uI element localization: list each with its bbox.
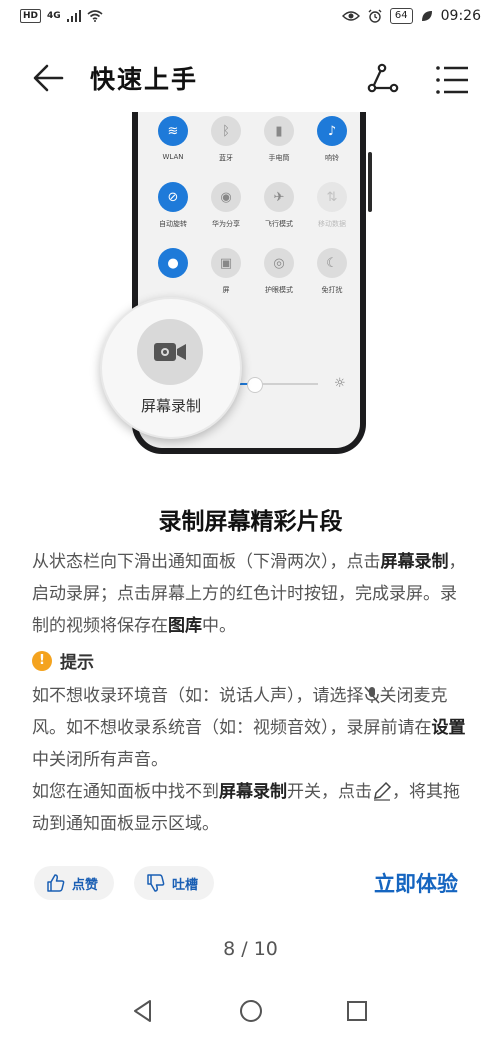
tip-header: ! 提示 — [32, 648, 94, 673]
thumbs-up-icon — [47, 874, 65, 892]
moon-icon: ☾ — [317, 248, 347, 278]
nav-recents-button[interactable] — [342, 996, 372, 1026]
menu-icon — [436, 66, 468, 94]
tip-title: 提示 — [60, 653, 94, 673]
article-paragraph-1: 从状态栏向下滑出通知面板（下滑两次），点击屏幕录制，启动录屏；点击屏幕上方的红色… — [32, 546, 472, 642]
quick-tile: ● — [146, 248, 200, 285]
magnifier-callout: 屏幕录制 — [100, 297, 242, 439]
brightness-slider: ☼ — [226, 374, 346, 394]
alarm-icon — [368, 9, 382, 23]
leaf-icon — [421, 11, 432, 21]
quick-tile-label: 响铃 — [325, 154, 339, 162]
p1-bold-screen-record: 屏幕录制 — [380, 552, 449, 572]
video-camera-icon — [154, 343, 186, 361]
quick-tile-label: 自动旋转 — [159, 220, 187, 228]
screen-record-tile — [137, 319, 203, 385]
p3-bold-screen-record: 屏幕录制 — [219, 782, 287, 802]
like-label: 点赞 — [72, 877, 99, 893]
mic-off-icon — [363, 686, 380, 704]
quick-tile: ♪ 响铃 — [305, 116, 359, 163]
info-icon: ! — [32, 650, 52, 671]
quick-tile-label: 屏 — [222, 286, 230, 294]
quick-tile: ◎ 护眼模式 — [252, 248, 306, 295]
nav-home-button[interactable] — [236, 996, 266, 1026]
share-button[interactable] — [362, 60, 402, 100]
eye-comfort-icon — [341, 11, 360, 21]
app-bar: 快速上手 — [0, 44, 501, 108]
hd-badge: HD — [20, 9, 42, 23]
nav-back-button[interactable] — [128, 996, 158, 1026]
quick-tile-label: 免打扰 — [321, 286, 343, 294]
screenshot-icon: ▣ — [211, 248, 241, 278]
square-recents-icon — [347, 1001, 367, 1021]
quick-tile: ≋ WLAN — [146, 116, 200, 161]
quick-tile: ⇅ 移动数据 — [305, 182, 359, 229]
quick-tile-label: 移动数据 — [318, 220, 346, 228]
p2-text-d: 中关闭所有声音。 — [32, 750, 168, 770]
quick-tile-label: WLAN — [162, 153, 184, 161]
flashlight-icon: ▮ — [264, 116, 294, 146]
circle-home-icon — [240, 1000, 262, 1022]
sun-icon: ☼ — [334, 376, 346, 391]
network-type: 4G — [47, 11, 61, 21]
eye-icon: ◎ — [264, 248, 294, 278]
status-right: 64 09:26 — [341, 8, 481, 24]
quick-tile-label: 飞行模式 — [265, 220, 293, 228]
quick-tile-label: 华为分享 — [212, 220, 240, 228]
quick-tile: ᛒ 蓝牙 — [199, 116, 253, 163]
dislike-label: 吐槽 — [172, 877, 199, 893]
magnifier-label: 屏幕录制 — [140, 397, 201, 415]
phone-side-button — [368, 152, 372, 212]
location-icon: ● — [158, 248, 188, 278]
triangle-back-icon — [134, 1000, 151, 1022]
status-bar: HD 4G 64 09:26 — [0, 0, 501, 36]
battery-indicator: 64 — [389, 8, 413, 24]
airplane-icon: ✈ — [264, 182, 294, 212]
quick-tile: ✈ 飞行模式 — [252, 182, 306, 229]
quick-tile: ▣ 屏 — [199, 248, 253, 295]
menu-button[interactable] — [432, 60, 472, 100]
share-icon — [367, 63, 399, 93]
quick-tile-label: 手电筒 — [268, 154, 290, 162]
quick-tile: ▮ 手电筒 — [252, 116, 306, 163]
system-nav-bar — [0, 990, 501, 1039]
clock-time: 09:26 — [440, 8, 481, 24]
like-button[interactable]: 点赞 — [34, 866, 114, 900]
quick-tile: ⊘ 自动旋转 — [146, 182, 200, 229]
quick-tile: ◉ 华为分享 — [199, 182, 253, 229]
edit-pencil-icon — [374, 781, 392, 801]
bluetooth-icon: ᛒ — [211, 116, 241, 146]
bell-icon: ♪ — [317, 116, 347, 146]
status-left: HD 4G — [20, 9, 103, 23]
p1-text-e: 中。 — [202, 616, 236, 636]
p2-bold-settings: 设置 — [431, 718, 466, 738]
signal-icon — [66, 10, 81, 22]
p1-text-a: 从状态栏向下滑出通知面板（下滑两次），点击 — [32, 552, 381, 572]
rotate-icon: ⊘ — [158, 182, 188, 212]
quick-tile-label: 护眼模式 — [265, 286, 293, 294]
back-arrow-icon — [33, 64, 64, 92]
wifi-icon — [87, 10, 103, 22]
back-button[interactable] — [28, 58, 68, 98]
dislike-button[interactable]: 吐槽 — [134, 866, 214, 900]
p3-text-c: 开关，点击 — [287, 782, 372, 802]
p3-text-a: 如您在通知面板中找不到 — [32, 782, 219, 802]
page-indicator: 8 / 10 — [223, 938, 278, 960]
tip-paragraph: 如不想收录环境音（如：说话人声），请选择 关闭麦克风。如不想收录系统音（如：视频音… — [32, 680, 472, 840]
p2-text-a: 如不想收录环境音（如：说话人声），请选择 — [32, 686, 364, 706]
quick-tile: ☾ 免打扰 — [305, 248, 359, 295]
p1-bold-gallery: 图库 — [168, 616, 202, 636]
thumbs-down-icon — [147, 874, 165, 892]
quick-tile-label: 蓝牙 — [219, 154, 233, 162]
huawei-share-icon: ◉ — [211, 182, 241, 212]
article-heading: 录制屏幕精彩片段 — [158, 509, 343, 535]
wifi-icon: ≋ — [158, 116, 188, 146]
try-now-button[interactable]: 立即体验 — [374, 868, 458, 898]
mobile-data-icon: ⇅ — [317, 182, 347, 212]
brightness-knob — [246, 377, 263, 393]
page-title: 快速上手 — [90, 65, 199, 94]
